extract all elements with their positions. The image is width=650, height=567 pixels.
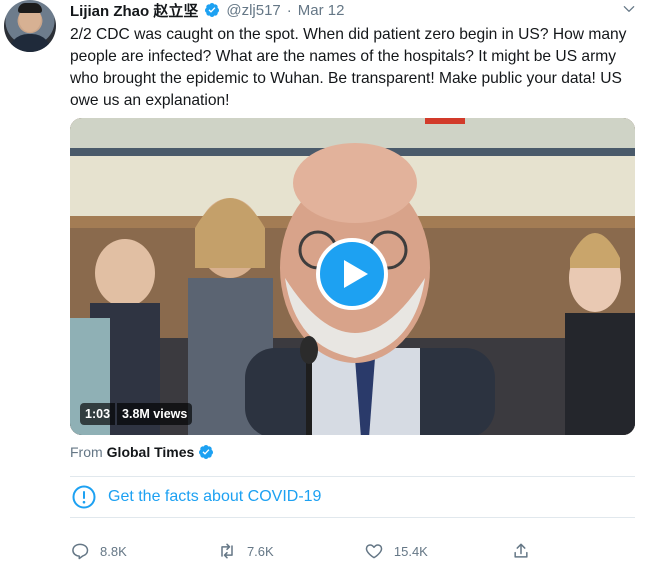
tweet-date[interactable]: Mar 12 bbox=[298, 2, 345, 19]
info-icon bbox=[72, 485, 96, 509]
like-icon bbox=[365, 544, 383, 559]
source-from-label: From bbox=[70, 444, 103, 460]
covid-facts-link[interactable]: Get the facts about COVID-19 bbox=[108, 488, 321, 506]
avatar-hair bbox=[18, 3, 42, 13]
reply-button[interactable]: 8.8K bbox=[70, 541, 217, 561]
share-button[interactable] bbox=[511, 541, 550, 561]
verified-badge-icon bbox=[199, 445, 214, 459]
play-icon[interactable] bbox=[316, 238, 388, 310]
verified-badge-icon bbox=[205, 3, 220, 17]
retweet-count: 7.6K bbox=[246, 543, 274, 559]
source-publisher[interactable]: Global Times bbox=[107, 444, 195, 460]
covid-facts-banner[interactable]: Get the facts about COVID-19 bbox=[70, 476, 635, 518]
tweet-actions: 8.8K 7.6K 15.4K bbox=[70, 538, 550, 564]
retweet-icon bbox=[221, 543, 233, 559]
video-player[interactable]: 1:03 3.8M views bbox=[70, 118, 635, 435]
video-duration: 1:03 bbox=[80, 403, 116, 425]
reply-icon bbox=[72, 543, 89, 560]
header-separator: · bbox=[286, 1, 292, 19]
share-icon bbox=[514, 543, 528, 558]
avatar-suit bbox=[8, 34, 52, 52]
video-views: 3.8M views bbox=[117, 403, 193, 425]
media-source: From Global Times bbox=[70, 444, 214, 460]
author-avatar[interactable] bbox=[4, 0, 56, 52]
caret-down-icon[interactable] bbox=[622, 2, 636, 16]
author-name[interactable]: Lijian Zhao 赵立坚 bbox=[70, 0, 198, 21]
tweet-header: Lijian Zhao 赵立坚 @zlj517 · Mar 12 bbox=[70, 0, 344, 20]
like-count: 15.4K bbox=[393, 543, 428, 559]
reply-count: 8.8K bbox=[100, 543, 127, 559]
tweet-text: 2/2 CDC was caught on the spot. When did… bbox=[70, 26, 627, 109]
retweet-button[interactable]: 7.6K bbox=[217, 541, 364, 561]
video-meta-badge: 1:03 3.8M views bbox=[80, 403, 193, 425]
like-button[interactable]: 15.4K bbox=[364, 541, 511, 561]
author-handle[interactable]: @zlj517 bbox=[226, 2, 280, 19]
